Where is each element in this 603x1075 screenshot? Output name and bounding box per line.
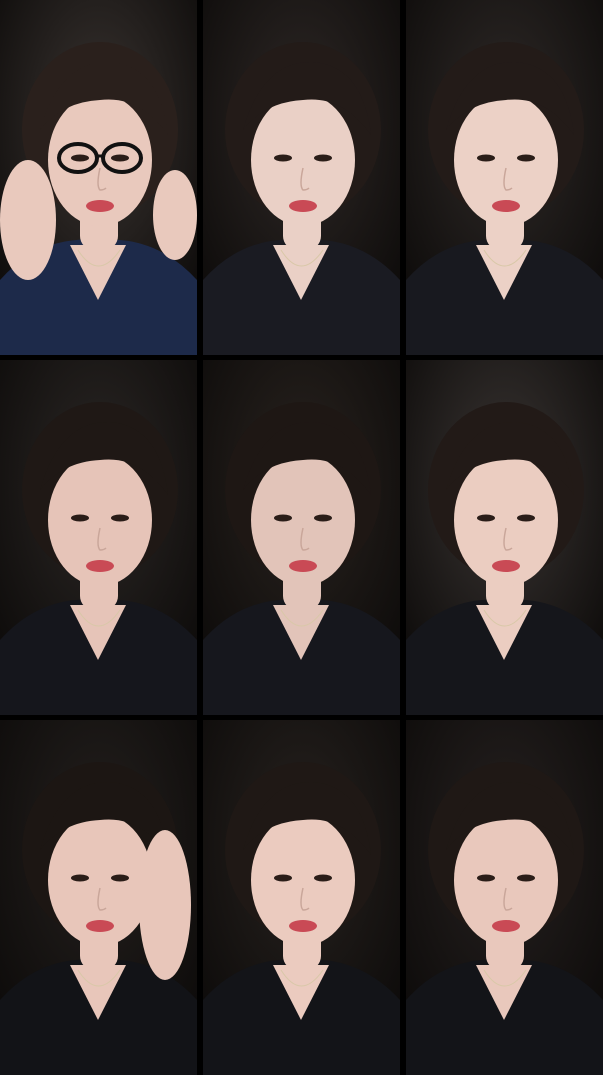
right-hand bbox=[153, 170, 197, 260]
lips bbox=[492, 920, 520, 932]
lips bbox=[289, 560, 317, 572]
left-eye bbox=[71, 874, 89, 882]
lips bbox=[492, 200, 520, 212]
right-eye bbox=[111, 514, 129, 522]
lips bbox=[289, 200, 317, 212]
right-eye bbox=[314, 514, 332, 522]
right-eye bbox=[314, 154, 332, 162]
lips bbox=[289, 920, 317, 932]
portrait-image bbox=[203, 360, 400, 715]
portrait-image bbox=[406, 360, 603, 715]
portrait-image bbox=[203, 0, 400, 355]
left-eye bbox=[274, 154, 292, 162]
left-eye bbox=[274, 874, 292, 882]
photo-frame-3 bbox=[406, 0, 603, 355]
photo-frame-7 bbox=[0, 720, 197, 1075]
left-eye bbox=[477, 874, 495, 882]
right-eye bbox=[517, 874, 535, 882]
left-eye bbox=[274, 514, 292, 522]
right-eye bbox=[517, 514, 535, 522]
left-eye bbox=[477, 514, 495, 522]
right-eye bbox=[111, 154, 129, 162]
photo-frame-8 bbox=[203, 720, 400, 1075]
portrait-image bbox=[406, 0, 603, 355]
right-eye bbox=[111, 874, 129, 882]
lips bbox=[86, 560, 114, 572]
photo-frame-5 bbox=[203, 360, 400, 715]
lips bbox=[492, 560, 520, 572]
portrait-image bbox=[203, 720, 400, 1075]
right-eye bbox=[517, 154, 535, 162]
photo-frame-9 bbox=[406, 720, 603, 1075]
portrait-image bbox=[0, 0, 197, 355]
photo-frame-1 bbox=[0, 0, 197, 355]
hand-on-face bbox=[139, 830, 191, 980]
portrait-image bbox=[0, 720, 197, 1075]
left-eye bbox=[477, 154, 495, 162]
photo-grid bbox=[0, 0, 603, 1075]
lips bbox=[86, 200, 114, 212]
portrait-image bbox=[406, 720, 603, 1075]
portrait-image bbox=[0, 360, 197, 715]
left-hand bbox=[0, 160, 56, 280]
photo-frame-2 bbox=[203, 0, 400, 355]
photo-frame-6 bbox=[406, 360, 603, 715]
lips bbox=[86, 920, 114, 932]
photo-frame-4 bbox=[0, 360, 197, 715]
left-eye bbox=[71, 154, 89, 162]
right-eye bbox=[314, 874, 332, 882]
left-eye bbox=[71, 514, 89, 522]
